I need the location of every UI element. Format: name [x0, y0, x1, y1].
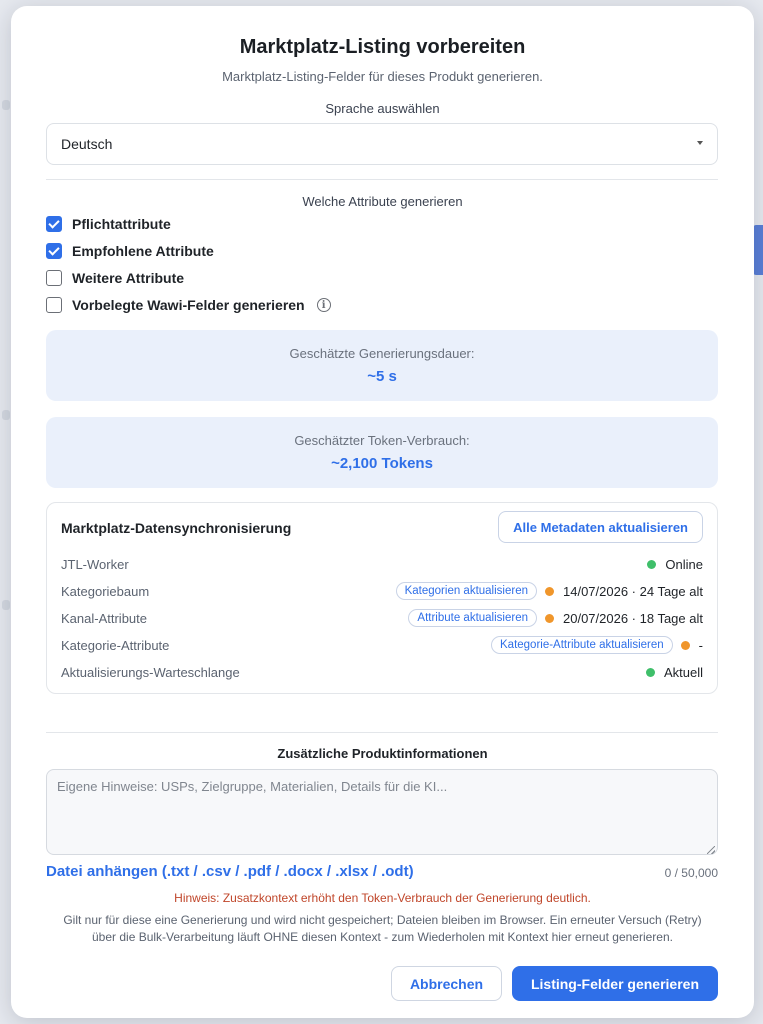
checkbox-label: Empfohlene Attribute — [72, 243, 214, 259]
sync-row-status: 20/07/2026 · 18 Tage alt — [563, 610, 703, 626]
resize-handle-icon[interactable] — [707, 846, 715, 854]
dialog-subtitle: Marktplatz-Listing-Felder für dieses Pro… — [222, 69, 543, 84]
refresh-all-metadata-button[interactable]: Alle Metadaten aktualisieren — [498, 511, 703, 543]
sync-row-label: Kategorie-Attribute — [61, 638, 170, 653]
attributes-title: Welche Attribute generieren — [302, 194, 463, 209]
cancel-button[interactable]: Abbrechen — [391, 966, 502, 1001]
sync-row-label: Kategoriebaum — [61, 584, 150, 599]
extra-info-title: Zusätzliche Produktinformationen — [277, 746, 488, 761]
status-dot-orange-icon — [545, 613, 554, 623]
refresh-attributes-button[interactable]: Attribute aktualisieren — [408, 609, 537, 627]
checkbox-additional[interactable] — [46, 270, 62, 286]
sync-row-label: Kanal-Attribute — [61, 611, 147, 626]
divider — [46, 732, 718, 733]
checkbox-label: Vorbelegte Wawi-Felder generieren — [72, 297, 305, 313]
sync-row-worker: JTL-Worker Online — [61, 555, 703, 573]
sync-row-status: - — [698, 637, 703, 653]
sync-row-status: 14/07/2026 · 24 Tage alt — [563, 583, 703, 599]
character-counter: 0 / 50,000 — [664, 866, 718, 880]
background-decoration — [2, 600, 10, 610]
checkbox-label: Weitere Attribute — [72, 270, 185, 286]
sync-row-status: Aktuell — [663, 664, 703, 680]
token-estimate-box: Geschätzter Token-Verbrauch: ~2,100 Toke… — [46, 417, 718, 488]
sync-row-category-attributes: Kategorie-Attribute Kategorie-Attribute … — [61, 636, 703, 654]
duration-estimate-box: Geschätzte Generierungsdauer: ~5 s — [46, 330, 718, 401]
info-icon[interactable]: i — [316, 298, 331, 312]
checkbox-row-wawi-fields[interactable]: Vorbelegte Wawi-Felder generieren i — [46, 296, 331, 314]
tokens-label: Geschätzter Token-Verbrauch: — [294, 433, 470, 448]
extra-info-textarea[interactable] — [46, 769, 718, 855]
language-label: Sprache auswählen — [325, 101, 440, 116]
status-dot-green-icon — [645, 667, 655, 677]
checkbox-wawi-fields[interactable] — [46, 297, 62, 313]
sync-row-channel-attributes: Kanal-Attribute Attribute aktualisieren … — [61, 609, 703, 627]
sync-row-label: Aktualisierungs-Warteschlange — [61, 665, 240, 680]
tokens-value: ~2,100 Tokens — [331, 455, 433, 472]
sync-row-update-queue: Aktualisierungs-Warteschlange Aktuell — [61, 663, 703, 681]
checkbox-row-additional[interactable]: Weitere Attribute — [46, 269, 184, 287]
sync-card: Marktplatz-Datensynchronisierung Alle Me… — [46, 502, 718, 694]
checkbox-row-required[interactable]: Pflichtattribute — [46, 215, 171, 233]
generate-listing-fields-button[interactable]: Listing-Felder generieren — [512, 966, 718, 1001]
divider — [46, 179, 718, 180]
sync-row-label: JTL-Worker — [61, 557, 129, 572]
duration-value: ~5 s — [367, 368, 397, 385]
status-dot-orange-icon — [680, 640, 690, 650]
checkbox-label: Pflichtattribute — [72, 216, 171, 232]
checkbox-required[interactable] — [46, 216, 62, 232]
dialog-title: Marktplatz-Listing vorbereiten — [239, 36, 526, 58]
refresh-categories-button[interactable]: Kategorien aktualisieren — [395, 582, 537, 600]
duration-label: Geschätzte Generierungsdauer: — [289, 346, 475, 361]
checkbox-row-recommended[interactable]: Empfohlene Attribute — [46, 242, 214, 260]
chevron-down-icon — [697, 141, 703, 145]
checkbox-recommended[interactable] — [46, 243, 62, 259]
sync-row-status: Online — [665, 556, 703, 572]
language-selected-value: Deutsch — [61, 136, 113, 152]
sync-title: Marktplatz-Datensynchronisierung — [61, 520, 292, 536]
listing-dialog: Marktplatz-Listing vorbereiten Marktplat… — [11, 6, 754, 1018]
refresh-category-attributes-button[interactable]: Kategorie-Attribute aktualisieren — [491, 636, 673, 654]
status-dot-green-icon — [647, 559, 657, 569]
background-decoration — [2, 410, 10, 420]
language-select[interactable]: Deutsch — [46, 123, 718, 165]
token-warning: Hinweis: Zusatzkontext erhöht den Token-… — [174, 891, 591, 905]
context-note: Gilt nur für diese eine Generierung und … — [63, 913, 702, 944]
attach-file-link[interactable]: Datei anhängen (.txt / .csv / .pdf / .do… — [46, 863, 414, 880]
sync-row-category-tree: Kategoriebaum Kategorien aktualisieren 1… — [61, 582, 703, 600]
background-decoration — [2, 100, 10, 110]
background-decoration — [753, 225, 763, 275]
status-dot-orange-icon — [545, 586, 554, 596]
